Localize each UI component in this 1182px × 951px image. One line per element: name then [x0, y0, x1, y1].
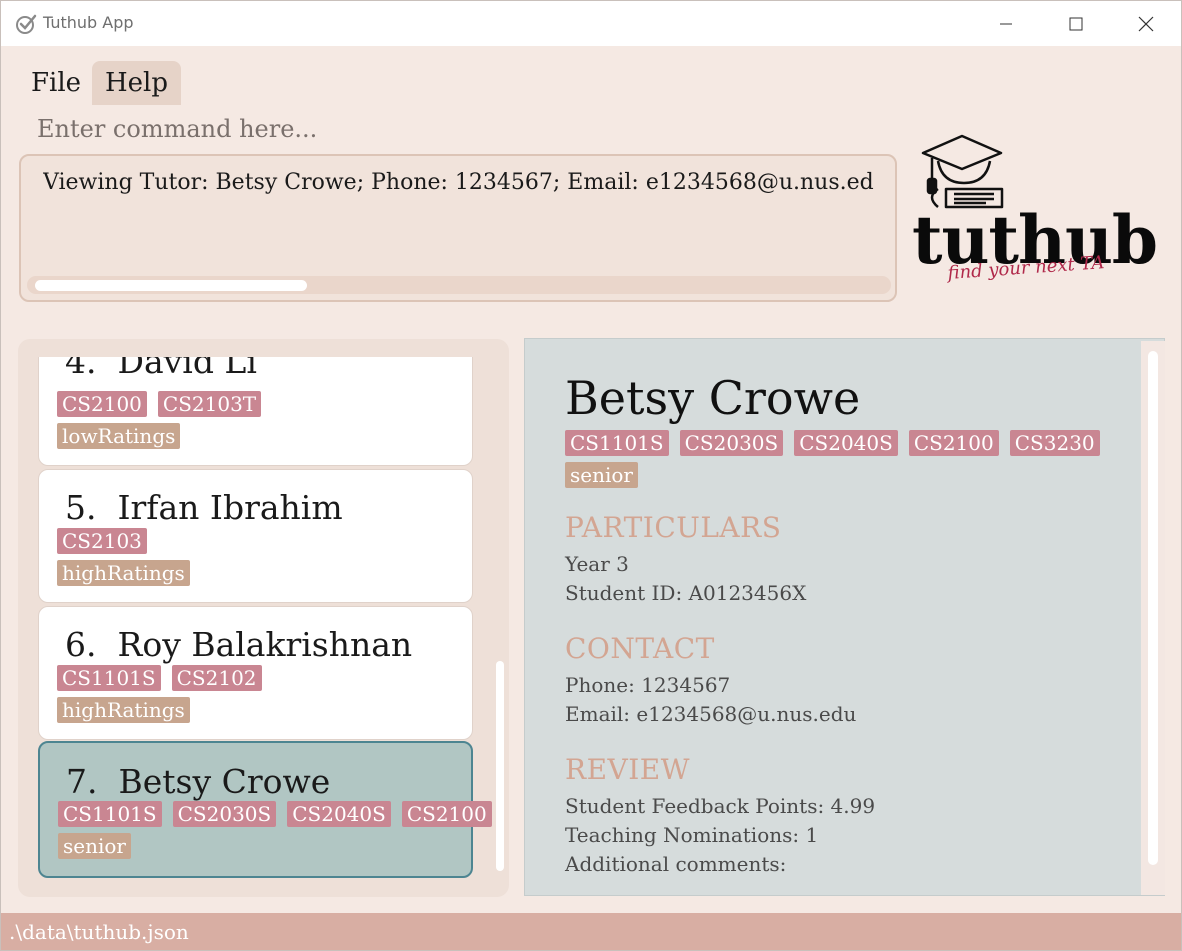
module-tag: CS2040S [794, 430, 898, 456]
tutor-index: 6. [65, 625, 97, 664]
tuthub-logo: tuthub. find your next TA [912, 134, 1161, 284]
detail-feedback-points: Student Feedback Points: 4.99 [565, 794, 876, 818]
detail-phone: Phone: 1234567 [565, 673, 731, 697]
module-tags: CS1101S CS2030S CS2040S CS2100 [58, 801, 492, 827]
rating-tag: highRatings [57, 560, 190, 586]
module-tag: CS2102 [171, 665, 262, 691]
tutor-index: 5. [65, 488, 97, 527]
module-tag: CS2100 [401, 801, 492, 827]
module-tag: CS1101S [58, 801, 162, 827]
status-bar: .\data\tuthub.json [1, 913, 1181, 950]
rating-tag: senior [565, 462, 638, 488]
list-scrollbar-thumb[interactable] [496, 661, 504, 871]
command-input[interactable] [21, 109, 891, 149]
tutor-name: Roy Balakrishnan [117, 625, 413, 664]
detail-rating-tags: senior [565, 462, 638, 488]
result-text: Viewing Tutor: Betsy Crowe; Phone: 12345… [43, 170, 874, 195]
rating-tags: lowRatings [57, 423, 181, 449]
module-tag: CS1101S [565, 430, 669, 456]
tutor-name: Irfan Ibrahim [117, 488, 343, 527]
module-tag: CS2103T [157, 391, 262, 417]
rating-tag: highRatings [57, 697, 190, 723]
tutor-card-name: 4. David Li [65, 357, 257, 381]
module-tag: CS2030S [172, 801, 277, 827]
tutor-card-selected[interactable]: 7. Betsy Crowe CS1101S CS2030S CS2040S C… [38, 741, 492, 878]
rating-tags: highRatings [57, 697, 190, 723]
scrollbar-thumb[interactable] [35, 280, 307, 291]
close-button[interactable] [1111, 1, 1181, 46]
tutor-index: 7. [66, 762, 98, 801]
minimize-icon [1000, 23, 1012, 24]
tutor-card-name: 7. Betsy Crowe [66, 762, 330, 801]
detail-email: Email: e1234568@u.nus.edu [565, 702, 857, 726]
module-tags: CS1101S CS2102 [57, 665, 262, 691]
tutor-card[interactable]: 5. Irfan Ibrahim CS2103 highRatings [38, 469, 473, 603]
menu-help[interactable]: Help [92, 61, 182, 105]
module-tag: CS3230 [1009, 430, 1100, 456]
tutor-card-name: 6. Roy Balakrishnan [65, 625, 412, 664]
scrollbar-thumb[interactable] [1148, 351, 1158, 865]
tutor-name: Betsy Crowe [118, 762, 331, 801]
detail-student-id: Student ID: A0123456X [565, 581, 807, 605]
graduation-cap-icon [921, 134, 1004, 209]
tutor-index: 4. [65, 357, 97, 381]
app-window: Tuthub App File Help Viewing Tutor: Bets… [0, 0, 1182, 951]
title-bar: Tuthub App [1, 1, 1181, 46]
detail-scrollbar[interactable] [1141, 341, 1165, 895]
tutor-name: David Li [117, 357, 257, 381]
close-icon [1138, 16, 1154, 31]
check-logo-icon [16, 14, 37, 34]
particulars-heading: PARTICULARS [565, 511, 782, 544]
rating-tags: highRatings [57, 560, 190, 586]
minimize-button[interactable] [971, 1, 1041, 46]
maximize-icon [1069, 17, 1083, 30]
module-tag: CS2103 [57, 528, 147, 554]
result-display[interactable]: Viewing Tutor: Betsy Crowe; Phone: 12345… [19, 154, 897, 302]
contact-heading: CONTACT [565, 632, 715, 665]
maximize-button[interactable] [1041, 1, 1111, 46]
rating-tag: senior [58, 833, 131, 859]
window-title: Tuthub App [43, 13, 134, 32]
detail-year: Year 3 [565, 552, 629, 576]
module-tag: CS2040S [287, 801, 391, 827]
module-tags: CS2100 CS2103T [57, 391, 262, 417]
detail-name: Betsy Crowe [565, 371, 861, 425]
rating-tags: senior [58, 833, 131, 859]
module-tag: CS2100 [908, 430, 999, 456]
data-file-path: .\data\tuthub.json [9, 920, 189, 944]
tutor-card[interactable]: 4. David Li CS2100 CS2103T lowRatings [38, 357, 473, 466]
tutor-detail-panel: Betsy Crowe CS1101S CS2030S CS2040S CS21… [524, 338, 1165, 896]
module-tag: CS1101S [57, 665, 161, 691]
module-tag: CS2100 [57, 391, 147, 417]
module-tags: CS2103 [57, 528, 147, 554]
detail-comments: Additional comments: [565, 852, 787, 876]
review-heading: REVIEW [565, 753, 691, 786]
rating-tag: lowRatings [57, 423, 181, 449]
tutor-card-name: 5. Irfan Ibrahim [65, 488, 343, 527]
tutor-list-panel: 4. David Li CS2100 CS2103T lowRatings 5.… [18, 339, 509, 897]
menu-file[interactable]: File [18, 61, 94, 105]
tutor-card[interactable]: 6. Roy Balakrishnan CS1101S CS2102 highR… [38, 606, 473, 740]
detail-nominations: Teaching Nominations: 1 [565, 823, 819, 847]
detail-module-tags: CS1101S CS2030S CS2040S CS2100 CS3230 [565, 430, 1100, 456]
tutor-list[interactable]: 4. David Li CS2100 CS2103T lowRatings 5.… [18, 357, 509, 897]
module-tag: CS2030S [679, 430, 784, 456]
horizontal-scrollbar[interactable] [27, 276, 891, 294]
